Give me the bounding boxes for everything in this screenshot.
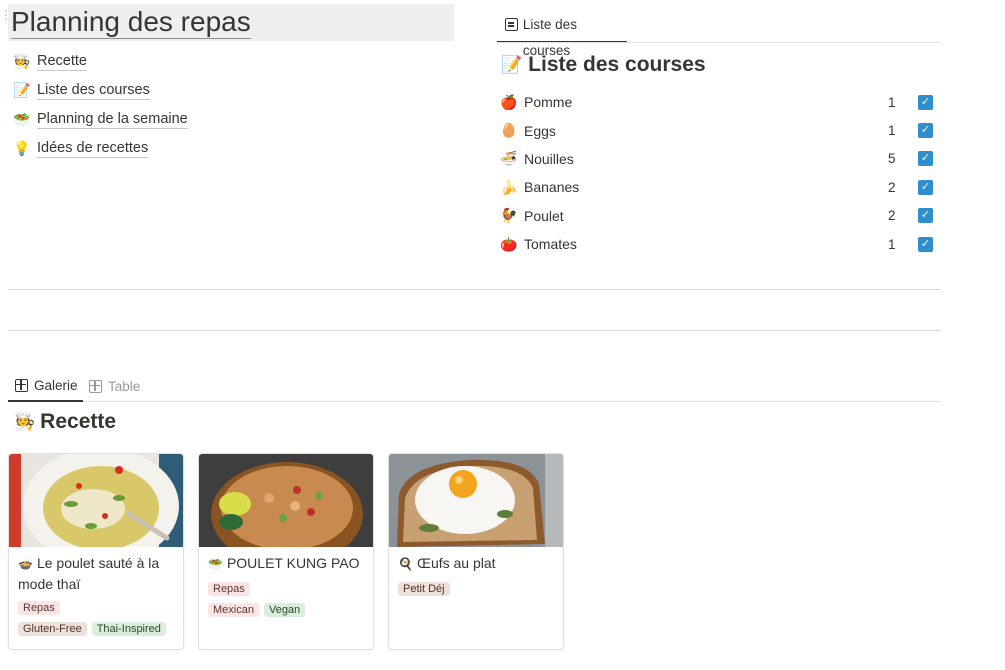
divider: [8, 289, 941, 290]
tab-table[interactable]: Table: [89, 370, 140, 402]
card-title-text: Le poulet sauté à la mode thaï: [18, 555, 160, 592]
card-tags: Repas Gluten-Free Thai-Inspired: [18, 601, 174, 636]
item-quantity[interactable]: 5: [888, 151, 896, 166]
card-tags: Petit Déj: [398, 581, 554, 596]
tab-divider: [497, 42, 941, 43]
tab-galerie[interactable]: Galerie: [8, 370, 83, 402]
memo-icon: 📝: [13, 82, 31, 98]
tag-thai-inspired: Thai-Inspired: [91, 622, 166, 636]
thai-curry-image: [9, 454, 183, 547]
card-title-text: Œufs au plat: [416, 555, 496, 571]
tag-petit-dej: Petit Déj: [398, 581, 450, 596]
recipe-database-title: 🧑‍🍳 Recette: [14, 410, 116, 434]
card-cover-image: [199, 454, 373, 547]
list-item[interactable]: 🍎 Pomme 1 ✓: [500, 88, 941, 116]
apple-icon: 🍎: [500, 93, 518, 110]
tag-repas: Repas: [208, 581, 250, 596]
divider: [8, 330, 941, 331]
card-title-text: POULET KUNG PAO: [226, 555, 360, 571]
list-item[interactable]: 🍌 Bananes 2 ✓: [500, 173, 941, 201]
list-item[interactable]: 🍅 Tomates 1 ✓: [500, 230, 941, 258]
tag-repas: Repas: [18, 601, 60, 615]
card-cover-image: [9, 454, 183, 547]
card-tags: Repas Mexican Vegan: [208, 581, 364, 617]
noodles-icon: 🍜: [500, 150, 518, 167]
card-title[interactable]: 🍳 Œufs au plat: [398, 554, 554, 575]
tag-mexican: Mexican: [208, 602, 259, 617]
fried-egg-icon: 🍳: [398, 557, 413, 571]
page-link-label[interactable]: Liste des courses: [37, 82, 150, 100]
kung-pao-image: [199, 454, 373, 547]
item-name[interactable]: Tomates: [524, 236, 577, 252]
item-name[interactable]: Poulet: [524, 208, 564, 224]
item-checkbox[interactable]: ✓: [918, 151, 933, 167]
page-link-label[interactable]: Idées de recettes: [37, 140, 149, 158]
list-item[interactable]: 🥚 Eggs 1 ✓: [500, 116, 941, 144]
page-link-liste-des-courses[interactable]: 📝 Liste des courses: [13, 76, 188, 105]
egg-icon: 🥚: [500, 122, 518, 139]
card-title[interactable]: 🥗 POULET KUNG PAO: [208, 554, 364, 575]
memo-icon: 📝: [501, 55, 523, 74]
shopping-list: 🍎 Pomme 1 ✓ 🥚 Eggs 1 ✓ 🍜 Nouilles 5 ✓ 🍌 …: [500, 88, 941, 258]
item-name[interactable]: Nouilles: [524, 151, 574, 167]
drag-handle-icon[interactable]: ⋮: [0, 9, 12, 28]
salad-icon: 🥗: [208, 557, 223, 571]
item-name[interactable]: Bananes: [524, 179, 579, 195]
item-checkbox[interactable]: ✓: [918, 123, 933, 139]
item-checkbox[interactable]: ✓: [918, 236, 933, 252]
tag-vegan: Vegan: [263, 602, 306, 617]
page-link-label[interactable]: Planning de la semaine: [37, 111, 188, 129]
database-title[interactable]: Recette: [40, 410, 116, 434]
shopping-list-title[interactable]: Liste des courses: [528, 53, 705, 77]
chicken-icon: 🐓: [500, 207, 518, 224]
page-link-label[interactable]: Recette: [37, 53, 87, 71]
list-item[interactable]: 🍜 Nouilles 5 ✓: [500, 145, 941, 173]
chef-book-icon: 🧑‍🍳: [13, 53, 31, 69]
gallery-card[interactable]: 🍳 Œufs au plat Petit Déj: [388, 453, 564, 650]
item-checkbox[interactable]: ✓: [918, 94, 933, 110]
tab-label: Table: [108, 378, 141, 394]
chef-book-icon: 🧑‍🍳: [14, 412, 36, 431]
tab-liste-des-courses[interactable]: Liste des courses: [497, 12, 627, 58]
page-link-recette[interactable]: 🧑‍🍳 Recette: [13, 47, 188, 76]
page-links-list: 🧑‍🍳 Recette 📝 Liste des courses 🥗 Planni…: [13, 47, 188, 163]
item-checkbox[interactable]: ✓: [918, 208, 933, 224]
page-link-idees-recettes[interactable]: 💡 Idées de recettes: [13, 134, 188, 163]
page-link-planning-semaine[interactable]: 🥗 Planning de la semaine: [13, 105, 188, 134]
item-name[interactable]: Pomme: [524, 94, 572, 110]
banana-icon: 🍌: [500, 178, 518, 195]
card-title[interactable]: 🍲 Le poulet sauté à la mode thaï: [18, 554, 174, 594]
list-item[interactable]: 🐓 Poulet 2 ✓: [500, 202, 941, 230]
item-quantity[interactable]: 1: [888, 95, 896, 110]
tomato-icon: 🍅: [500, 235, 518, 252]
item-checkbox[interactable]: ✓: [918, 179, 933, 195]
table-icon: [89, 379, 102, 393]
item-quantity[interactable]: 1: [888, 123, 896, 138]
card-cover-image: [389, 454, 563, 547]
tag-gluten-free: Gluten-Free: [18, 622, 87, 636]
gallery-card[interactable]: 🍲 Le poulet sauté à la mode thaï Repas Gl…: [8, 453, 184, 650]
view-tabs: Galerie Table: [8, 370, 941, 402]
food-icon: 🥗: [13, 111, 31, 127]
curry-icon: 🍲: [18, 557, 33, 571]
page-title[interactable]: Planning des repas: [11, 6, 251, 39]
tab-label: Galerie: [34, 377, 78, 393]
shopping-list-heading: 📝 Liste des courses: [501, 53, 706, 77]
item-quantity[interactable]: 1: [888, 237, 896, 252]
gallery-icon: [15, 378, 28, 392]
item-quantity[interactable]: 2: [888, 180, 896, 195]
item-quantity[interactable]: 2: [888, 208, 896, 223]
document-icon: [505, 18, 518, 31]
item-name[interactable]: Eggs: [524, 123, 556, 139]
lightbulb-icon: 💡: [13, 140, 31, 156]
gallery-card[interactable]: 🥗 POULET KUNG PAO Repas Mexican Vegan: [198, 453, 374, 650]
fried-egg-image: [389, 454, 563, 547]
